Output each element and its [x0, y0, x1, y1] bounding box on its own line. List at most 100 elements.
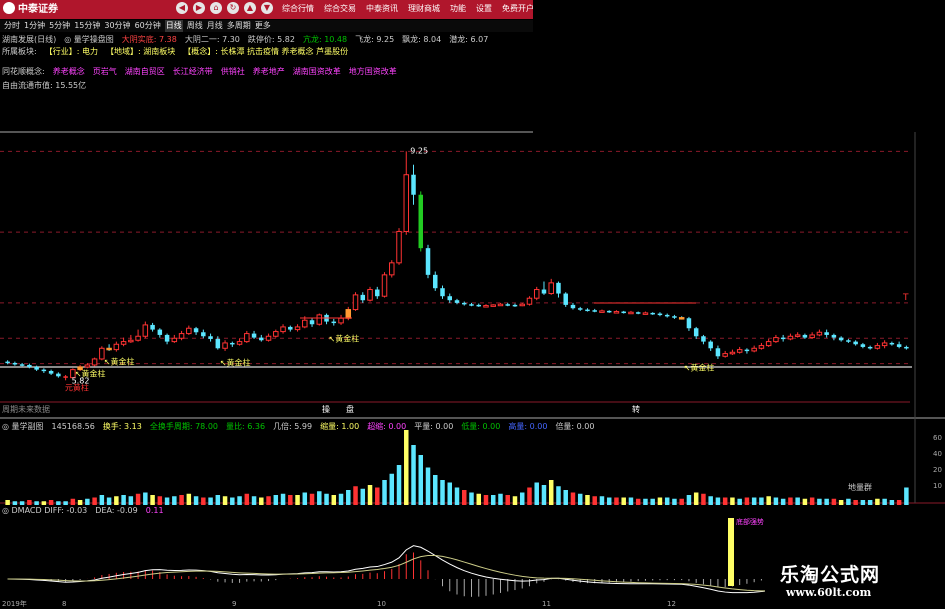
volume-bar: [759, 497, 764, 505]
candle: [265, 333, 272, 342]
volume-bar: [563, 490, 568, 505]
candle-body: [375, 289, 380, 297]
candle: [171, 334, 178, 343]
candle-body: [824, 332, 829, 335]
candle-body: [758, 345, 765, 349]
volume-panel-header: ◎ 量学副图 145168.56 换手: 3.13 全换手周期: 78.00 量比: 6…: [2, 421, 595, 432]
date-axis-tick: 9: [232, 600, 236, 608]
candle-body: [251, 333, 257, 338]
candle: [454, 298, 460, 305]
volume-bar: [505, 495, 510, 505]
volume-bar: [237, 496, 242, 505]
volume-bar: [541, 485, 547, 505]
candle: [780, 334, 786, 342]
volume-bar: [150, 495, 155, 505]
candle: [476, 303, 481, 307]
volume-bar: [556, 486, 561, 505]
watermark-title: 乐淘公式网: [780, 564, 881, 586]
candle: [773, 334, 779, 343]
volume-bar: [382, 480, 387, 505]
volume-bar: [766, 496, 771, 505]
candle: [889, 341, 895, 346]
candle: [230, 341, 235, 347]
candle: [411, 164, 416, 205]
volume-bar: [621, 497, 626, 505]
candle-body: [889, 342, 895, 345]
candle-body: [259, 337, 264, 341]
candle-body: [5, 361, 10, 364]
candle: [548, 278, 554, 295]
kline-chart[interactable]: 9.255.82↖黄金柱↖黄金柱 ↖黄金柱↖黄金柱↖黄金柱元黄柱T周期未来数据操盘…: [0, 0, 945, 609]
candle: [48, 369, 54, 375]
candle-body: [686, 318, 692, 329]
volume-bar: [875, 498, 880, 505]
candle-body: [316, 314, 323, 325]
volume-bar: [230, 497, 235, 505]
candle-body: [462, 302, 467, 305]
candle: [904, 345, 909, 350]
candle: [577, 306, 583, 311]
date-axis-tick: 12: [667, 600, 676, 608]
candle: [27, 363, 32, 369]
volume-bar: [179, 495, 184, 505]
candle-body: [613, 311, 620, 314]
candle-body: [592, 310, 597, 312]
volume-bar: [302, 492, 308, 505]
candle-body: [765, 341, 772, 347]
candle-body: [273, 331, 279, 337]
candle: [447, 293, 452, 303]
candle: [701, 334, 706, 345]
candle-body: [867, 346, 873, 349]
candle: [867, 345, 873, 350]
candle: [113, 341, 120, 352]
candle: [621, 310, 626, 314]
candle-body: [338, 317, 344, 324]
candle: [758, 342, 765, 350]
candle: [642, 311, 649, 315]
volume-bar: [846, 498, 851, 505]
high-price-label: 9.25: [410, 146, 428, 155]
candle-body: [751, 347, 757, 352]
volume-bar: [780, 498, 786, 505]
candle-body: [519, 303, 525, 307]
candle: [418, 191, 424, 252]
candle: [693, 326, 699, 339]
volume-bar: [280, 493, 286, 505]
candle: [440, 285, 445, 299]
candle: [838, 336, 844, 342]
volume-bar: [853, 500, 858, 505]
candle-body: [838, 337, 844, 341]
candle-body: [599, 310, 605, 313]
candle-body: [483, 305, 489, 308]
watermark-url: www.60lt.com: [786, 586, 872, 599]
candle-body: [201, 332, 206, 337]
volume-bar: [157, 496, 163, 505]
volume-bar: [860, 500, 866, 505]
candle: [324, 313, 329, 325]
volume-bar: [266, 496, 271, 505]
macd-panel-header: ◎ DMACD DIFF: -0.03 DEA: -0.09 0.11: [2, 505, 164, 516]
candle-body: [157, 329, 163, 335]
volume-bar: [418, 455, 424, 505]
candle-body: [120, 341, 127, 345]
volume-bar: [715, 497, 721, 505]
candle-body: [56, 373, 61, 377]
volume-bar: [273, 495, 279, 505]
volume-bar: [795, 497, 800, 505]
volume-bar: [367, 485, 373, 505]
candle: [425, 244, 431, 279]
volume-stat: ◎ 量学副图: [2, 422, 44, 431]
candle: [469, 302, 474, 307]
candle-body: [171, 337, 178, 343]
volume-stat: 145168.56: [51, 422, 95, 431]
candle: [729, 349, 736, 355]
volume-bar: [672, 498, 677, 505]
volume-bar: [773, 497, 779, 505]
candle-body: [113, 343, 120, 351]
candle-body: [150, 324, 155, 330]
candle-body: [650, 312, 655, 315]
candle-body: [881, 342, 888, 347]
volume-bar: [208, 497, 213, 505]
candle: [533, 286, 540, 301]
candle: [352, 292, 359, 311]
